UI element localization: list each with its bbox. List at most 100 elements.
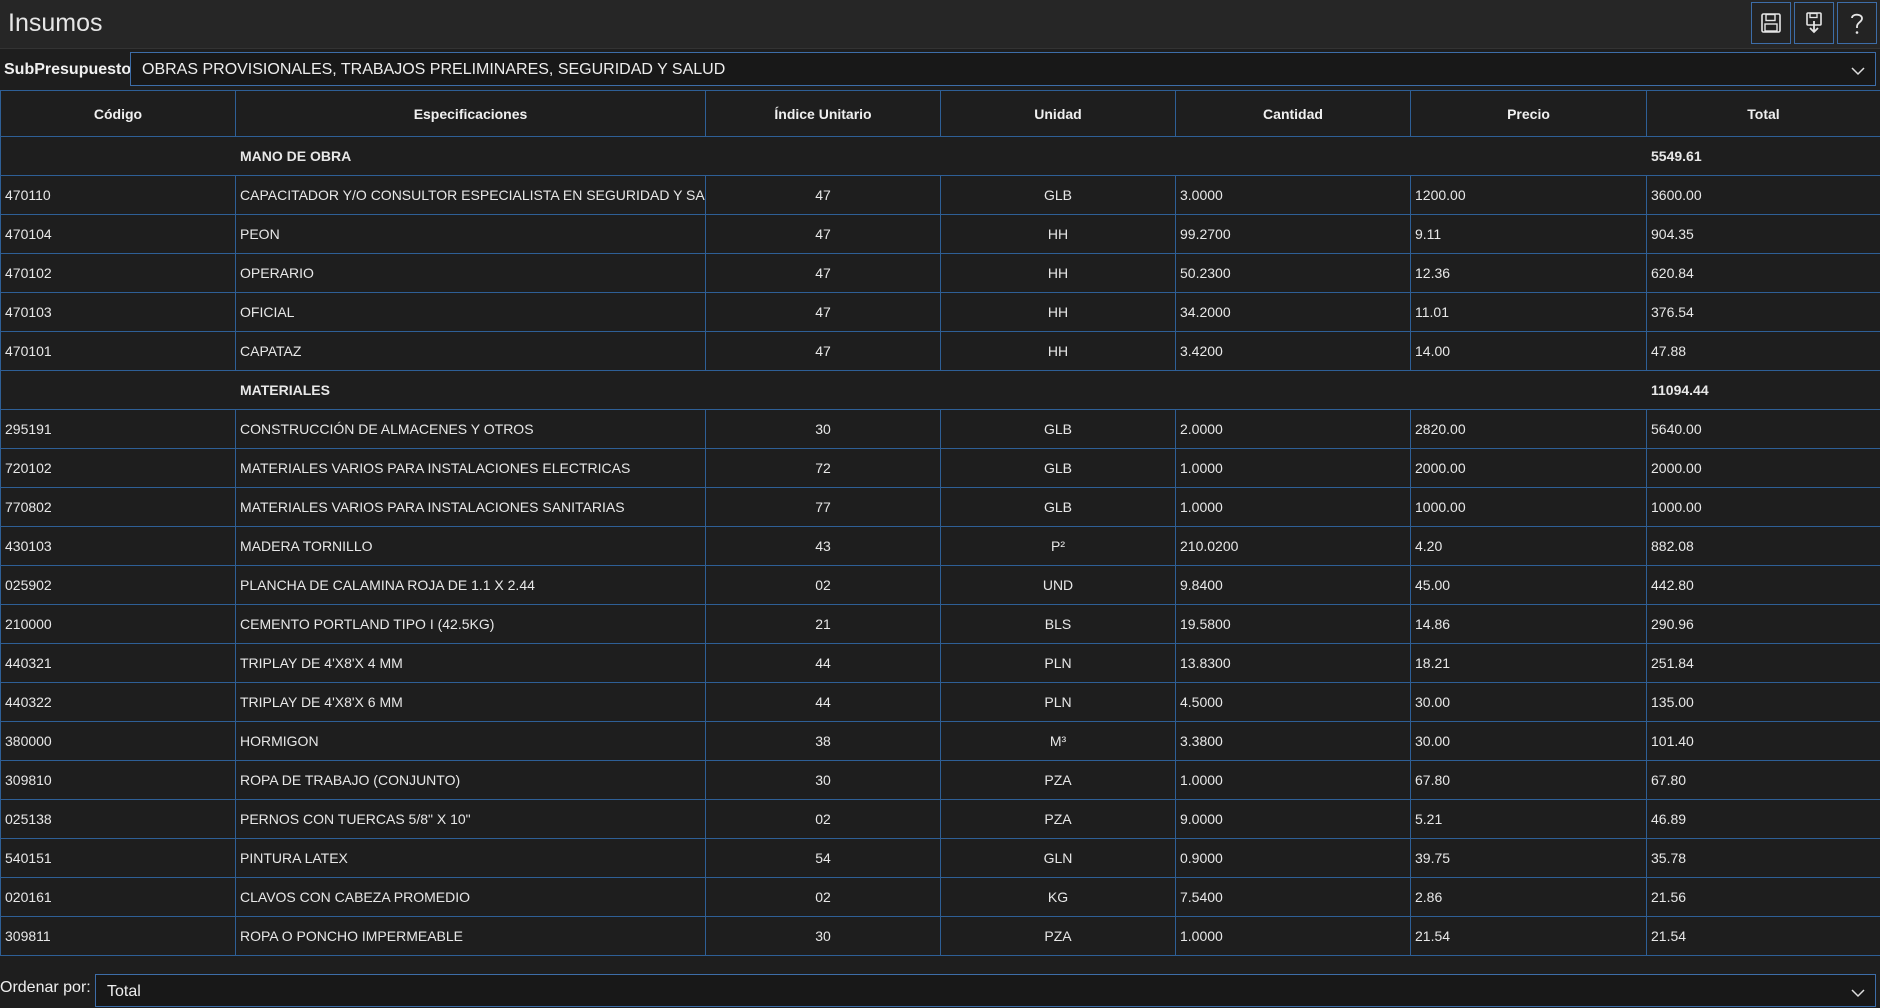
cell-precio: 30.00 [1410,682,1647,722]
cell-codigo: 020161 [0,877,236,917]
cell-total: 442.80 [1646,565,1880,605]
cell-codigo: 540151 [0,838,236,878]
table-row[interactable]: 025902 PLANCHA DE CALAMINA ROJA DE 1.1 X … [0,565,1880,605]
cell-precio: 18.21 [1410,643,1647,683]
table-row[interactable]: 720102 MATERIALES VARIOS PARA INSTALACION… [0,448,1880,488]
cell-unidad: P² [940,526,1176,566]
cell-especificacion: CAPATAZ [235,331,706,371]
cell-total: 2000.00 [1646,448,1880,488]
cell-unidad: PZA [940,760,1176,800]
table-row[interactable]: 770802 MATERIALES VARIOS PARA INSTALACION… [0,487,1880,527]
cell-unidad: PLN [940,643,1176,683]
cell-unidad: GLB [940,487,1176,527]
cell-indice: 02 [705,565,941,605]
cell-codigo: 720102 [0,448,236,488]
cell-especificacion: CLAVOS CON CABEZA PROMEDIO [235,877,706,917]
cell-total: 35.78 [1646,838,1880,878]
cell-indice: 44 [705,682,941,722]
group-empty-cell [705,370,941,410]
column-header-indice[interactable]: Índice Unitario [705,90,941,137]
column-header-total[interactable]: Total [1646,90,1880,137]
cell-unidad: PZA [940,799,1176,839]
cell-indice: 30 [705,409,941,449]
table-row[interactable]: 470104 PEON 47 HH 99.2700 9.11 904.35 [0,214,1880,254]
table-row[interactable]: 309810 ROPA DE TRABAJO (CONJUNTO) 30 PZA 1.0… [0,760,1880,800]
cell-codigo: 309810 [0,760,236,800]
table-row[interactable]: 380000 HORMIGON 38 M³ 3.3800 30.00 101.40 [0,721,1880,761]
cell-cantidad: 3.3800 [1175,721,1411,761]
cell-indice: 21 [705,604,941,644]
cell-total: 3600.00 [1646,175,1880,215]
table-row[interactable]: 210000 CEMENTO PORTLAND TIPO I (42.5KG) 21… [0,604,1880,644]
table-row[interactable]: 309811 ROPA O PONCHO IMPERMEABLE 30 PZA 1.00… [0,916,1880,956]
table-row[interactable]: 430103 MADERA TORNILLO 43 P² 210.0200 4.20 882… [0,526,1880,566]
cell-cantidad: 9.8400 [1175,565,1411,605]
cell-cantidad: 3.0000 [1175,175,1411,215]
group-name: MANO DE OBRA [235,136,706,176]
cell-indice: 38 [705,721,941,761]
table-row[interactable]: 440322 TRIPLAY DE 4'X8'X 6 MM 44 PLN 4.5000 3… [0,682,1880,722]
cell-unidad: UND [940,565,1176,605]
cell-precio: 1000.00 [1410,487,1647,527]
cell-cantidad: 1.0000 [1175,916,1411,956]
cell-cantidad: 1.0000 [1175,760,1411,800]
cell-precio: 45.00 [1410,565,1647,605]
group-row[interactable]: MATERIALES 11094.44 [0,370,1880,410]
cell-especificacion: TRIPLAY DE 4'X8'X 6 MM [235,682,706,722]
cell-especificacion: PLANCHA DE CALAMINA ROJA DE 1.1 X 2.44 [235,565,706,605]
cell-especificacion: TRIPLAY DE 4'X8'X 4 MM [235,643,706,683]
table-row[interactable]: 540151 PINTURA LATEX 54 GLN 0.9000 39.75 35.78 [0,838,1880,878]
column-header-cantidad[interactable]: Cantidad [1175,90,1411,137]
cell-codigo: 470101 [0,331,236,371]
group-empty-cell [940,136,1176,176]
table-row[interactable]: 470102 OPERARIO 47 HH 50.2300 12.36 620.84 [0,253,1880,293]
insumos-table: Código Especificaciones Índice Unitario … [0,90,1880,956]
table-row[interactable]: 020161 CLAVOS CON CABEZA PROMEDIO 02 KG 7.54… [0,877,1880,917]
cell-precio: 67.80 [1410,760,1647,800]
group-row[interactable]: MANO DE OBRA 5549.61 [0,136,1880,176]
table-row[interactable]: 470103 OFICIAL 47 HH 34.2000 11.01 376.54 [0,292,1880,332]
cell-codigo: 470104 [0,214,236,254]
help-button[interactable] [1837,2,1877,44]
cell-especificacion: PINTURA LATEX [235,838,706,878]
cell-total: 251.84 [1646,643,1880,683]
cell-precio: 2820.00 [1410,409,1647,449]
column-header-precio[interactable]: Precio [1410,90,1647,137]
table-row[interactable]: 025138 PERNOS CON TUERCAS 5/8" X 10" 02 PZA… [0,799,1880,839]
cell-cantidad: 13.8300 [1175,643,1411,683]
column-header-codigo[interactable]: Código [0,90,236,137]
cell-total: 5640.00 [1646,409,1880,449]
cell-precio: 9.11 [1410,214,1647,254]
group-empty-cell [705,136,941,176]
cell-precio: 11.01 [1410,292,1647,332]
help-icon [1846,10,1868,36]
table-row[interactable]: 470110 CAPACITADOR Y/O CONSULTOR ESPECIAL… [0,175,1880,215]
table-row[interactable]: 440321 TRIPLAY DE 4'X8'X 4 MM 44 PLN 13.8300… [0,643,1880,683]
group-empty-cell [1410,136,1647,176]
cell-unidad: M³ [940,721,1176,761]
cell-unidad: GLB [940,448,1176,488]
save-button[interactable] [1751,2,1791,44]
group-total: 11094.44 [1646,370,1880,410]
cell-unidad: HH [940,292,1176,332]
cell-especificacion: OFICIAL [235,292,706,332]
ordenar-select[interactable]: Total [95,974,1876,1007]
cell-precio: 21.54 [1410,916,1647,956]
cell-indice: 47 [705,214,941,254]
cell-cantidad: 19.5800 [1175,604,1411,644]
subpresupuesto-select[interactable]: OBRAS PROVISIONALES, TRABAJOS PRELIMINAR… [130,52,1876,86]
column-header-unidad[interactable]: Unidad [940,90,1176,137]
cell-codigo: 025138 [0,799,236,839]
table-row[interactable]: 470101 CAPATAZ 47 HH 3.4200 14.00 47.88 [0,331,1880,371]
table-header-row: Código Especificaciones Índice Unitario … [0,90,1880,137]
cell-especificacion: CEMENTO PORTLAND TIPO I (42.5KG) [235,604,706,644]
cell-unidad: GLN [940,838,1176,878]
table-row[interactable]: 295191 CONSTRUCCIÓN DE ALMACENES Y OTROS 3… [0,409,1880,449]
cell-cantidad: 1.0000 [1175,487,1411,527]
group-empty-cell [940,370,1176,410]
cell-precio: 14.86 [1410,604,1647,644]
subpresupuesto-row: SubPresupuesto: OBRAS PROVISIONALES, TRA… [0,50,1880,88]
download-button[interactable] [1794,2,1834,44]
column-header-especificaciones[interactable]: Especificaciones [235,90,706,137]
group-code-cell [0,136,236,176]
